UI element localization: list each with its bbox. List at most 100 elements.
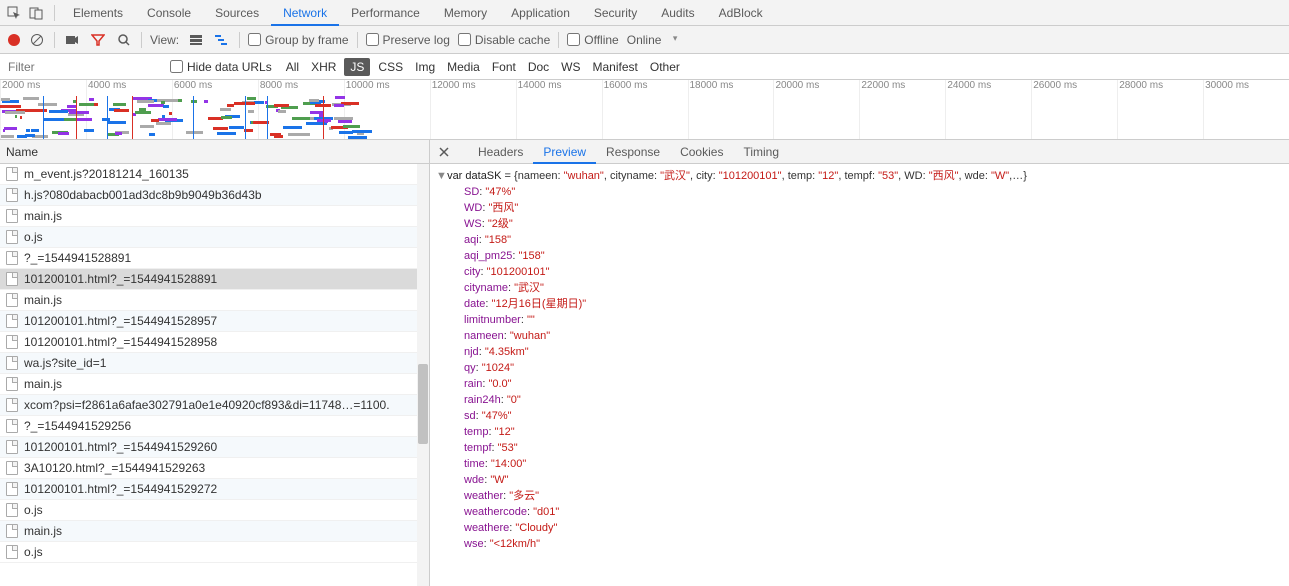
group-by-frame-check[interactable]: Group by frame [248, 33, 348, 47]
details-tab-response[interactable]: Response [596, 140, 670, 164]
request-name: o.js [24, 500, 43, 521]
file-icon [6, 314, 18, 328]
preview-property[interactable]: njd: "4.35km" [436, 344, 1283, 360]
request-list[interactable]: m_event.js?20181214_160135h.js?080dabacb… [0, 164, 429, 586]
tab-sources[interactable]: Sources [203, 0, 271, 26]
filter-ws[interactable]: WS [555, 54, 586, 80]
offline-check[interactable]: Offline [567, 33, 618, 47]
record-button[interactable] [8, 34, 20, 46]
waterfall-bar [1, 98, 10, 101]
tab-adblock[interactable]: AdBlock [707, 0, 775, 26]
tab-console[interactable]: Console [135, 0, 203, 26]
request-row[interactable]: main.js [0, 290, 429, 311]
filter-css[interactable]: CSS [372, 54, 409, 80]
preview-property[interactable]: WS: "2级" [436, 216, 1283, 232]
preview-property[interactable]: SD: "47%" [436, 184, 1283, 200]
preview-property[interactable]: temp: "12" [436, 424, 1283, 440]
separator [558, 32, 559, 48]
timeline-overview[interactable]: 2000 ms4000 ms6000 ms8000 ms10000 ms1200… [0, 80, 1289, 140]
filter-xhr[interactable]: XHR [305, 54, 342, 80]
waterfall-icon[interactable] [213, 31, 231, 49]
request-row[interactable]: wa.js?site_id=1 [0, 353, 429, 374]
tab-performance[interactable]: Performance [339, 0, 432, 26]
request-row[interactable]: o.js [0, 500, 429, 521]
preview-property[interactable]: WD: "西风" [436, 200, 1283, 216]
request-row[interactable]: 3A10120.html?_=1544941529263 [0, 458, 429, 479]
details-tab-headers[interactable]: Headers [468, 140, 533, 164]
preview-property[interactable]: qy: "1024" [436, 360, 1283, 376]
request-row[interactable]: m_event.js?20181214_160135 [0, 164, 429, 185]
close-icon[interactable] [436, 144, 452, 160]
request-row[interactable]: 101200101.html?_=1544941529260 [0, 437, 429, 458]
request-row[interactable]: main.js [0, 521, 429, 542]
hide-data-urls-check[interactable]: Hide data URLs [170, 60, 272, 74]
request-row[interactable]: o.js [0, 227, 429, 248]
timeline-tick: 8000 ms [258, 80, 344, 96]
scrollbar-thumb[interactable] [418, 364, 428, 444]
inspect-icon[interactable] [4, 3, 24, 23]
waterfall-bar [221, 116, 232, 119]
preview-property[interactable]: weather: "多云" [436, 488, 1283, 504]
tab-audits[interactable]: Audits [649, 0, 706, 26]
large-rows-icon[interactable] [187, 31, 205, 49]
tab-application[interactable]: Application [499, 0, 582, 26]
request-row[interactable]: main.js [0, 374, 429, 395]
preview-property[interactable]: nameen: "wuhan" [436, 328, 1283, 344]
name-column-header[interactable]: Name [0, 140, 429, 164]
disable-cache-check[interactable]: Disable cache [458, 33, 550, 47]
filter-img[interactable]: Img [409, 54, 441, 80]
device-toggle-icon[interactable] [26, 3, 46, 23]
tab-security[interactable]: Security [582, 0, 649, 26]
filter-js[interactable]: JS [344, 58, 370, 76]
preview-property[interactable]: wse: "<12km/h" [436, 536, 1283, 552]
request-name: 101200101.html?_=1544941529260 [24, 437, 217, 458]
filter-font[interactable]: Font [486, 54, 522, 80]
filter-input[interactable] [0, 54, 170, 79]
preview-property[interactable]: rain24h: "0" [436, 392, 1283, 408]
preview-property[interactable]: tempf: "53" [436, 440, 1283, 456]
tab-network[interactable]: Network [271, 0, 339, 26]
request-row[interactable]: 101200101.html?_=1544941528891 [0, 269, 429, 290]
preview-property[interactable]: sd: "47%" [436, 408, 1283, 424]
details-tab-cookies[interactable]: Cookies [670, 140, 733, 164]
preview-property[interactable]: city: "101200101" [436, 264, 1283, 280]
preview-property[interactable]: weathercode: "d01" [436, 504, 1283, 520]
filter-other[interactable]: Other [644, 54, 686, 80]
details-tab-preview[interactable]: Preview [533, 140, 596, 164]
request-row[interactable]: main.js [0, 206, 429, 227]
preview-property[interactable]: limitnumber: "" [436, 312, 1283, 328]
preserve-log-check[interactable]: Preserve log [366, 33, 450, 47]
request-row[interactable]: 101200101.html?_=1544941528958 [0, 332, 429, 353]
request-row[interactable]: h.js?080dabacb001ad3dc8b9b9049b36d43b [0, 185, 429, 206]
preview-property[interactable]: aqi: "158" [436, 232, 1283, 248]
request-row[interactable]: 101200101.html?_=1544941528957 [0, 311, 429, 332]
filter-icon[interactable] [89, 31, 107, 49]
preview-property[interactable]: aqi_pm25: "158" [436, 248, 1283, 264]
throttling-dropdown[interactable]: Online [627, 33, 678, 47]
tab-elements[interactable]: Elements [61, 0, 135, 26]
preview-property[interactable]: time: "14:00" [436, 456, 1283, 472]
request-row[interactable]: 101200101.html?_=1544941529272 [0, 479, 429, 500]
camera-icon[interactable] [63, 31, 81, 49]
preview-property[interactable]: date: "12月16日(星期日)" [436, 296, 1283, 312]
scrollbar[interactable] [417, 164, 429, 586]
preview-property[interactable]: wde: "W" [436, 472, 1283, 488]
search-icon[interactable] [115, 31, 133, 49]
clear-icon[interactable] [28, 31, 46, 49]
details-tab-timing[interactable]: Timing [733, 140, 789, 164]
request-row[interactable]: xcom?psi=f2861a6afae302791a0e1e40920cf89… [0, 395, 429, 416]
file-icon [6, 272, 18, 286]
preview-property[interactable]: rain: "0.0" [436, 376, 1283, 392]
filter-doc[interactable]: Doc [522, 54, 555, 80]
preview-content[interactable]: ▼ var dataSK = {nameen: "wuhan", citynam… [430, 164, 1289, 586]
request-row[interactable]: ?_=1544941529256 [0, 416, 429, 437]
request-name: ?_=1544941529256 [24, 416, 131, 437]
tab-memory[interactable]: Memory [432, 0, 499, 26]
filter-manifest[interactable]: Manifest [587, 54, 644, 80]
request-row[interactable]: ?_=1544941528891 [0, 248, 429, 269]
request-row[interactable]: o.js [0, 542, 429, 563]
preview-property[interactable]: cityname: "武汉" [436, 280, 1283, 296]
filter-all[interactable]: All [280, 54, 305, 80]
filter-media[interactable]: Media [441, 54, 486, 80]
preview-property[interactable]: weathere: "Cloudy" [436, 520, 1283, 536]
